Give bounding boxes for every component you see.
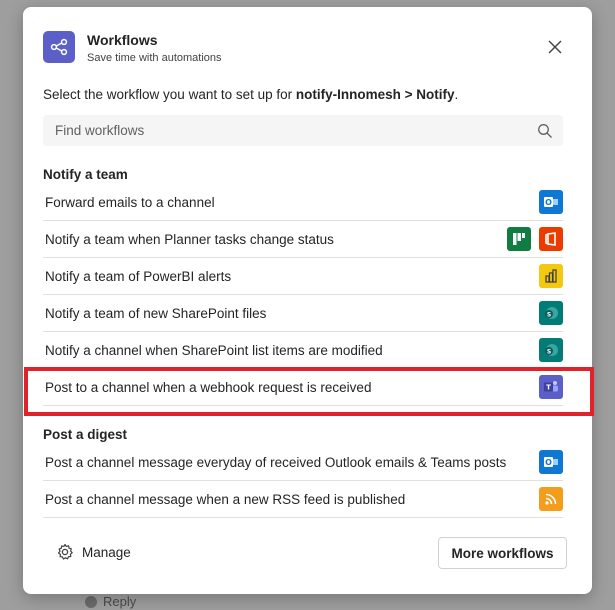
- workflow-label: Notify a team of new SharePoint files: [45, 305, 267, 321]
- workflow-item-rss-feed[interactable]: Post a channel message when a new RSS fe…: [43, 481, 563, 518]
- teams-icon: T: [539, 375, 563, 399]
- manage-label: Manage: [82, 544, 131, 560]
- search-input[interactable]: [43, 115, 537, 146]
- post-digest-list: Post a channel message everyday of recei…: [43, 444, 563, 518]
- close-icon[interactable]: [546, 38, 564, 56]
- workflow-label: Post a channel message everyday of recei…: [45, 454, 507, 470]
- workflow-label: Post a channel message when a new RSS fe…: [45, 491, 406, 507]
- avatar: [85, 595, 97, 608]
- reply-text: Reply: [103, 594, 137, 609]
- workflow-item-daily-digest[interactable]: Post a channel message everyday of recei…: [43, 444, 563, 481]
- search-icon[interactable]: [537, 123, 553, 139]
- outlook-icon: O: [539, 450, 563, 474]
- svg-text:O: O: [545, 458, 552, 467]
- instructions-text: Select the workflow you want to set up f…: [43, 87, 458, 102]
- section-heading-post-digest: Post a digest: [43, 427, 128, 442]
- instructions-suffix: .: [454, 87, 459, 102]
- workflow-label: Notify a team when Planner tasks change …: [45, 231, 334, 247]
- gear-icon: [57, 543, 73, 560]
- svg-text:T: T: [546, 384, 551, 392]
- workflow-item-planner-status[interactable]: Notify a team when Planner tasks change …: [43, 221, 563, 258]
- workflow-item-webhook[interactable]: Post to a channel when a webhook request…: [43, 369, 563, 406]
- section-heading-notify-team: Notify a team: [43, 167, 128, 182]
- workflow-label: Notify a channel when SharePoint list it…: [45, 342, 383, 358]
- workflow-item-forward-emails[interactable]: Forward emails to a channel O: [43, 184, 563, 221]
- manage-button[interactable]: Manage: [56, 543, 131, 561]
- instructions-prefix: Select the workflow you want to set up f…: [43, 87, 296, 102]
- powerbi-icon: [539, 264, 563, 288]
- search-box: [43, 115, 563, 146]
- more-workflows-button[interactable]: More workflows: [438, 537, 567, 569]
- background-reply-peek: Reply: [85, 594, 136, 609]
- workflow-label: Forward emails to a channel: [45, 194, 215, 210]
- sharepoint-icon: S: [539, 338, 563, 362]
- outlook-icon: O: [539, 190, 563, 214]
- workflow-item-sharepoint-list[interactable]: Notify a channel when SharePoint list it…: [43, 332, 563, 369]
- dialog-subtitle: Save time with automations: [87, 52, 222, 64]
- workflows-dialog: Workflows Save time with automations Sel…: [23, 7, 594, 594]
- workflow-label: Notify a team of PowerBI alerts: [45, 268, 232, 284]
- workflows-app-icon: [43, 31, 75, 63]
- svg-text:O: O: [545, 198, 552, 207]
- workflow-item-sharepoint-files[interactable]: Notify a team of new SharePoint files S: [43, 295, 563, 332]
- office-icon: [539, 227, 563, 251]
- workflow-item-powerbi-alerts[interactable]: Notify a team of PowerBI alerts: [43, 258, 563, 295]
- svg-text:S: S: [547, 312, 551, 319]
- workflow-label: Post to a channel when a webhook request…: [45, 379, 372, 395]
- dialog-title: Workflows: [87, 32, 158, 48]
- instructions-target: notify-Innomesh > Notify: [295, 87, 455, 102]
- svg-text:S: S: [547, 349, 551, 356]
- notify-team-list: Forward emails to a channel O Notify a t…: [43, 184, 563, 406]
- sharepoint-icon: S: [539, 301, 563, 325]
- rss-icon: [539, 487, 563, 511]
- planner-icon: [507, 227, 531, 251]
